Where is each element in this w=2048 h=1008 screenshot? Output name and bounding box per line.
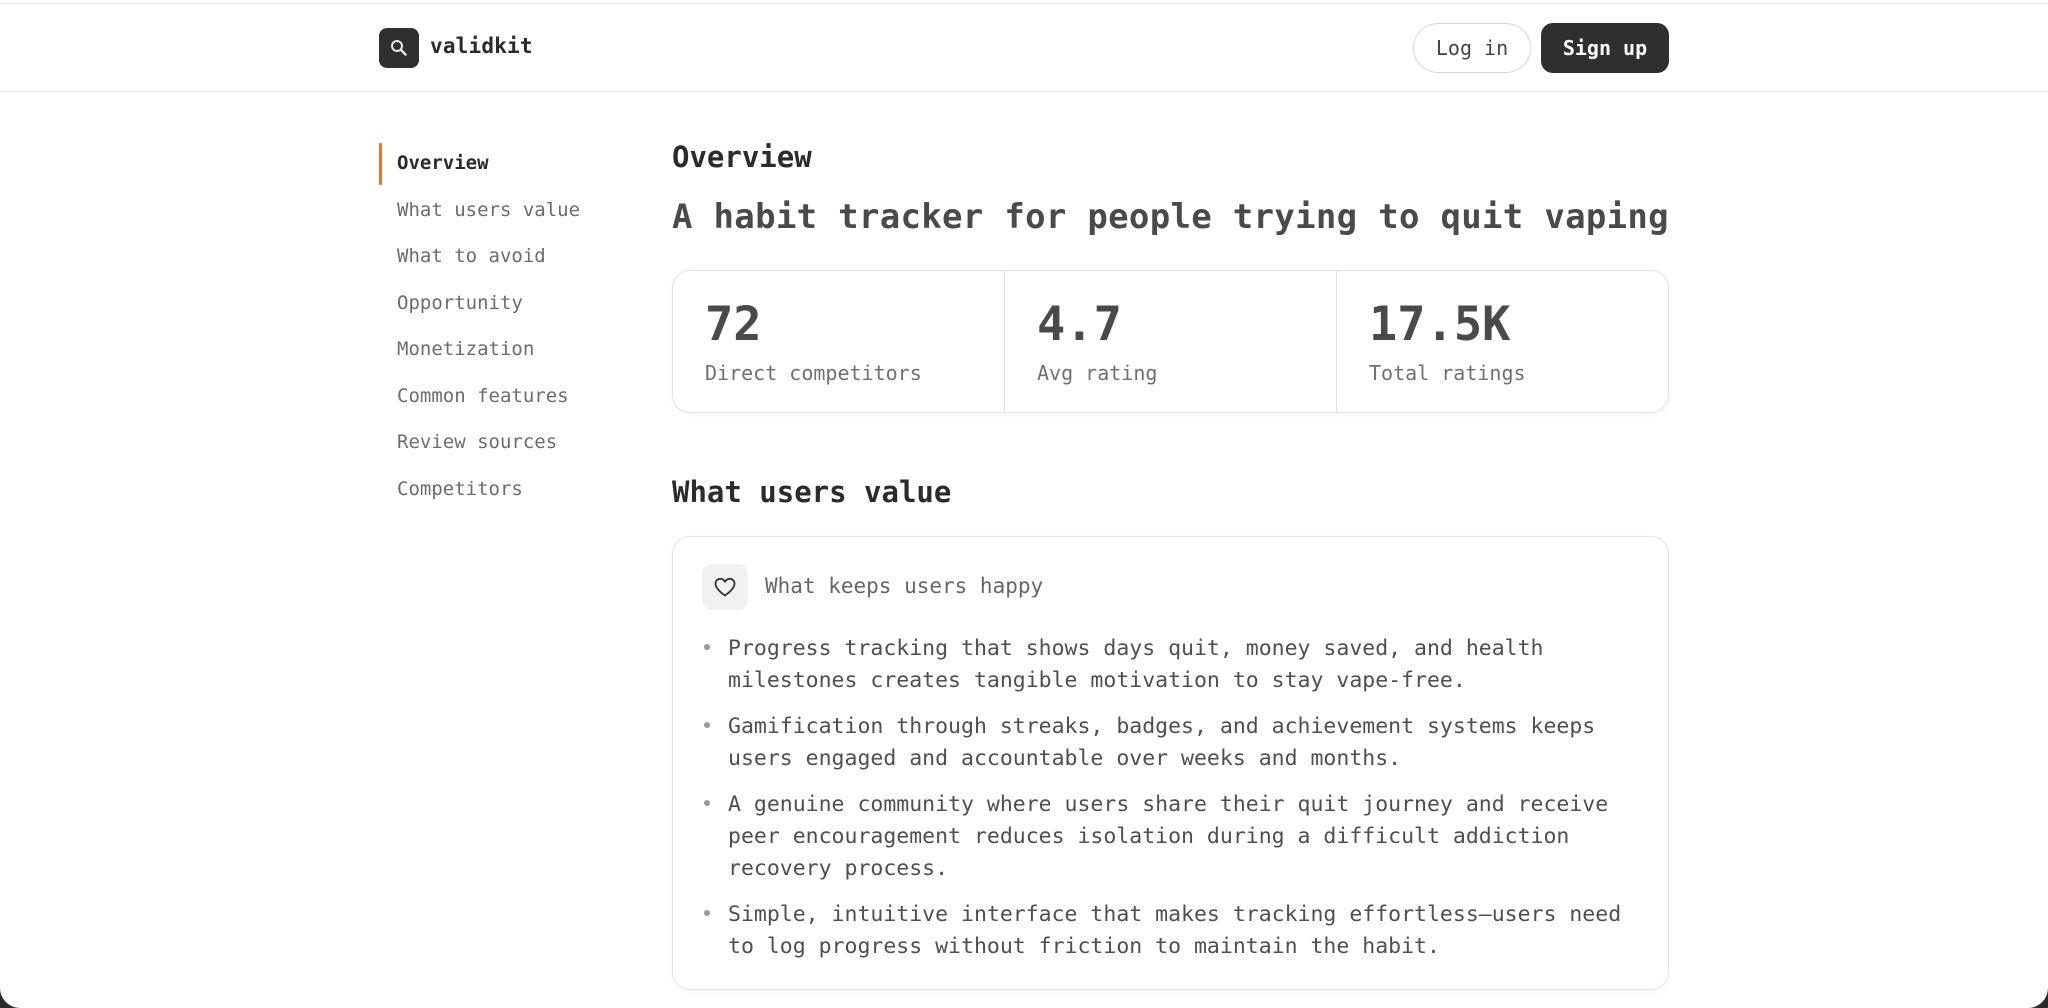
heart-icon-box [702, 564, 748, 610]
nav-item-common-features[interactable]: Common features [379, 373, 619, 420]
nav-item-competitors[interactable]: Competitors [379, 466, 619, 513]
users-value-card: What keeps users happy Progress tracking… [672, 536, 1669, 990]
nav-item-what-to-avoid[interactable]: What to avoid [379, 233, 619, 280]
page-headline: A habit tracker for people trying to qui… [672, 197, 1669, 237]
users-value-title: What users value [672, 475, 952, 509]
section-nav: Overview What users value What to avoid … [379, 140, 619, 512]
login-button[interactable]: Log in [1413, 23, 1531, 73]
list-item: A genuine community where users share th… [701, 789, 1641, 885]
nav-item-review-sources[interactable]: Review sources [379, 419, 619, 466]
list-item: Simple, intuitive interface that makes t… [701, 899, 1641, 963]
nav-item-overview[interactable]: Overview [379, 140, 619, 187]
magnifier-icon [391, 40, 407, 56]
stat-total-ratings: 17.5K Total ratings [1336, 271, 1668, 412]
stat-label: Total ratings [1369, 361, 1526, 385]
stat-label: Direct competitors [705, 361, 922, 385]
stat-value: 17.5K [1369, 297, 1511, 352]
app-window: validkit Log in Sign up Overview What us… [0, 0, 2048, 1008]
nav-item-monetization[interactable]: Monetization [379, 326, 619, 373]
stat-value: 4.7 [1037, 297, 1122, 352]
stat-value: 72 [705, 297, 762, 352]
top-header: validkit Log in Sign up [0, 4, 2048, 92]
stat-avg-rating: 4.7 Avg rating [1004, 271, 1336, 412]
stat-direct-competitors: 72 Direct competitors [673, 271, 1004, 412]
nav-item-what-users-value[interactable]: What users value [379, 187, 619, 234]
brand-name[interactable]: validkit [430, 34, 533, 58]
stats-panel: 72 Direct competitors 4.7 Avg rating 17.… [672, 270, 1669, 413]
signup-button[interactable]: Sign up [1541, 23, 1669, 73]
heart-icon [714, 577, 736, 597]
nav-item-opportunity[interactable]: Opportunity [379, 280, 619, 327]
card-title: What keeps users happy [765, 574, 1044, 598]
stat-label: Avg rating [1037, 361, 1158, 385]
list-item: Gamification through streaks, badges, an… [701, 711, 1641, 775]
logo[interactable] [379, 28, 419, 68]
overview-title: Overview [672, 140, 812, 174]
list-item: Progress tracking that shows days quit, … [701, 633, 1641, 697]
value-list: Progress tracking that shows days quit, … [701, 633, 1641, 977]
